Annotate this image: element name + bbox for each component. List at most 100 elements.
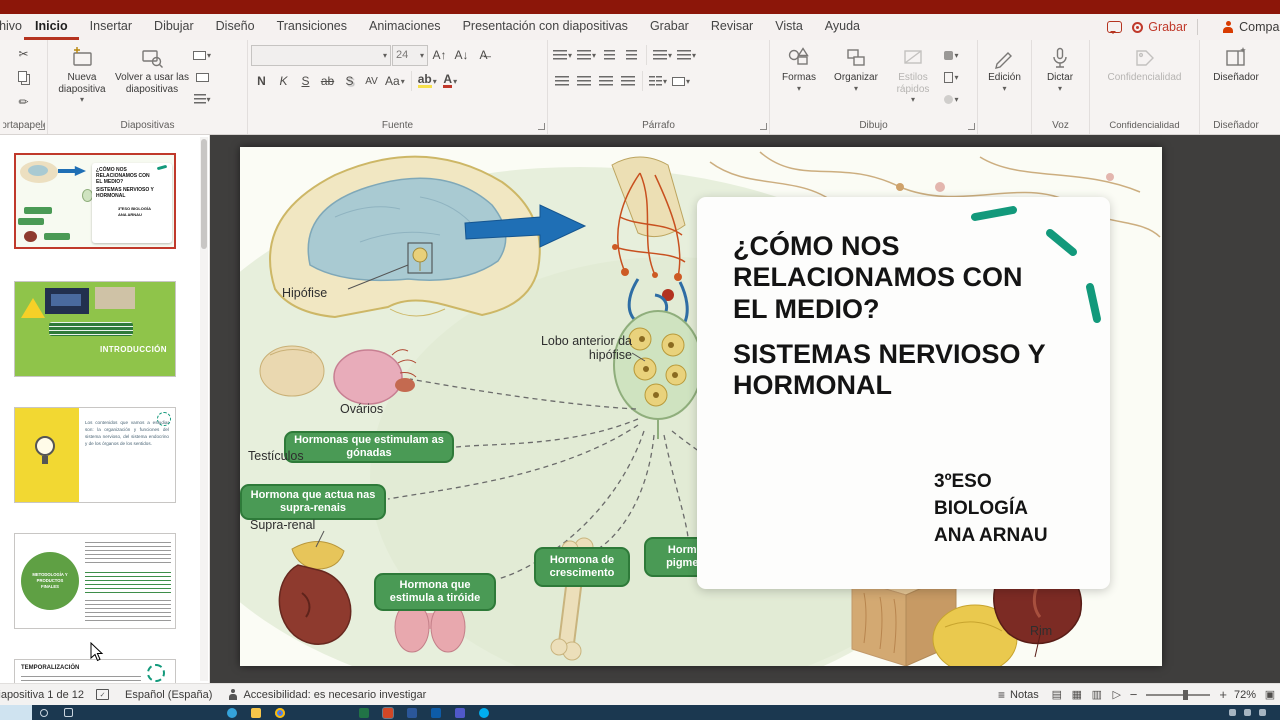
thumbnail-slide-2[interactable]: INTRODUCCIÓN — [14, 281, 176, 377]
tab-archivo[interactable]: Archivo — [0, 14, 24, 40]
confidentiality-button[interactable]: Confidencialidad — [1097, 43, 1193, 84]
outlook-icon[interactable] — [424, 705, 448, 720]
thumbnail-slide-5[interactable]: TEMPORALIZACIÓN — [14, 659, 176, 683]
convert-smartart-button[interactable]: ▾ — [670, 71, 692, 92]
tab-ayuda[interactable]: Ayuda — [814, 14, 871, 40]
powerpoint-icon[interactable] — [376, 705, 400, 720]
bold-button[interactable]: N — [251, 71, 272, 92]
notes-button[interactable]: ≡Notas — [990, 688, 1047, 702]
decrease-indent-button[interactable] — [599, 45, 620, 66]
thumbnail-scrollbar[interactable] — [200, 137, 208, 681]
italic-button[interactable]: K — [273, 71, 294, 92]
quick-styles-button[interactable]: Estilos rápidos▾ — [887, 43, 939, 104]
align-left-button[interactable] — [551, 71, 572, 92]
tab-transiciones[interactable]: Transiciones — [266, 14, 358, 40]
tab-animaciones[interactable]: Animaciones — [358, 14, 452, 40]
character-spacing-button[interactable]: AV — [361, 71, 382, 92]
record-button[interactable]: Grabar — [1132, 20, 1187, 34]
chrome-icon[interactable] — [268, 705, 292, 720]
font-dialog-launcher[interactable] — [538, 123, 545, 130]
tray-icon[interactable] — [1229, 709, 1236, 716]
reuse-slides-button[interactable]: Volver a usar las diapositivas — [115, 43, 189, 95]
zoom-in-button[interactable]: + — [1216, 687, 1230, 702]
hormone-label-gonadas[interactable]: Hormonas que estimulam as gónadas — [284, 431, 454, 463]
spellcheck-button[interactable]: ✓ — [88, 689, 117, 700]
shapes-button[interactable]: Formas▾ — [773, 43, 825, 93]
font-name-combobox[interactable]: ▾ — [251, 45, 391, 66]
slide-number-indicator[interactable]: Diapositiva 1 de 12 — [0, 689, 88, 701]
slide-sorter-view-button[interactable]: ▦ — [1067, 686, 1087, 704]
shape-fill-button[interactable]: ▾ — [941, 45, 962, 66]
zoom-percentage[interactable]: 72% — [1230, 689, 1260, 701]
language-indicator[interactable]: Español (España) — [117, 689, 220, 701]
word-icon[interactable] — [400, 705, 424, 720]
reset-slide-button[interactable] — [191, 67, 213, 88]
zoom-out-button[interactable]: − — [1127, 687, 1141, 702]
slide-layout-button[interactable]: ▾ — [191, 45, 213, 66]
teams-icon[interactable] — [448, 705, 472, 720]
system-tray[interactable] — [1229, 709, 1280, 716]
strikethrough-button[interactable]: ab — [317, 71, 338, 92]
font-color-button[interactable]: A▾ — [440, 71, 461, 92]
credits-text[interactable]: 3ºESO BIOLOGÍA ANA ARNAU — [934, 469, 1048, 550]
hormone-label-tiroide[interactable]: Hormona que estimula a tiróide — [374, 573, 496, 611]
tray-icon[interactable] — [1259, 709, 1266, 716]
fit-slide-to-window-button[interactable]: ▣ — [1260, 686, 1280, 704]
clear-formatting-button[interactable]: A̶ — [473, 45, 494, 66]
bullets-button[interactable]: ▾ — [551, 45, 574, 66]
tab-inicio[interactable]: Inicio — [24, 14, 79, 40]
align-center-button[interactable] — [573, 71, 594, 92]
thumbnail-slide-4[interactable]: METODOLOGÍA Y PRODUCTOS FINALES — [14, 533, 176, 629]
line-spacing-button[interactable]: ▾ — [651, 45, 674, 66]
decrease-font-button[interactable]: A↓ — [451, 45, 472, 66]
dictate-button[interactable]: Dictar▾ — [1035, 43, 1085, 93]
tab-grabar[interactable]: Grabar — [639, 14, 700, 40]
skype-icon[interactable] — [472, 705, 496, 720]
cut-button[interactable]: ✂ — [13, 43, 34, 64]
zoom-slider-thumb[interactable] — [1183, 690, 1188, 700]
drawing-dialog-launcher[interactable] — [968, 123, 975, 130]
designer-button[interactable]: Diseñador — [1204, 43, 1268, 84]
tray-icon[interactable] — [1244, 709, 1251, 716]
tab-vista[interactable]: Vista — [764, 14, 814, 40]
normal-view-button[interactable]: ▤ — [1047, 686, 1067, 704]
excel-icon[interactable] — [352, 705, 376, 720]
search-icon[interactable] — [32, 705, 56, 720]
scrollbar-thumb[interactable] — [201, 139, 207, 249]
change-case-button[interactable]: Aa▾ — [383, 71, 407, 92]
share-button[interactable]: Compartir — [1222, 20, 1280, 34]
columns-button[interactable]: ▾ — [647, 71, 669, 92]
hormone-label-suprarenais[interactable]: Hormona que actua nas supra-renais — [240, 484, 386, 520]
tab-dibujar[interactable]: Dibujar — [143, 14, 205, 40]
thumbnail-slide-3[interactable]: Los contenidos que vamos a estudiar son:… — [14, 407, 176, 503]
shape-outline-button[interactable]: ▾ — [941, 67, 962, 88]
underline-button[interactable]: S — [295, 71, 316, 92]
edge-icon[interactable] — [220, 705, 244, 720]
reading-view-button[interactable]: ▥ — [1087, 686, 1107, 704]
increase-font-button[interactable]: A↑ — [429, 45, 450, 66]
slide-subtitle[interactable]: SISTEMAS NERVIOSO Y HORMONAL — [733, 339, 1055, 402]
copy-button[interactable] — [13, 67, 34, 88]
comments-icon[interactable] — [1107, 21, 1122, 33]
section-button[interactable]: ▾ — [191, 89, 213, 110]
editing-button[interactable]: Edición▾ — [981, 43, 1028, 93]
tab-presentacion[interactable]: Presentación con diapositivas — [452, 14, 639, 40]
task-view-icon[interactable] — [56, 705, 80, 720]
tab-revisar[interactable]: Revisar — [700, 14, 764, 40]
clipboard-dialog-launcher[interactable] — [38, 123, 45, 130]
slide-editor[interactable]: Hipófise Lobo anterior da hipófise Ovári… — [240, 147, 1162, 666]
align-right-button[interactable] — [595, 71, 616, 92]
widgets-tile[interactable] — [0, 705, 32, 720]
text-direction-button[interactable]: ▾ — [675, 45, 698, 66]
zoom-slider[interactable] — [1146, 694, 1210, 696]
numbering-button[interactable]: ▾ — [575, 45, 598, 66]
tab-diseno[interactable]: Diseño — [205, 14, 266, 40]
tab-insertar[interactable]: Insertar — [79, 14, 143, 40]
thumbnail-slide-1[interactable]: ¿CÓMO NOS RELACIONAMOS CON EL MEDIO? SIS… — [14, 153, 176, 249]
justify-button[interactable] — [617, 71, 638, 92]
hormone-label-crescimento[interactable]: Hormona de crescimento — [534, 547, 630, 587]
new-slide-button[interactable]: Nueva diapositiva▾ — [51, 43, 113, 104]
text-shadow-button[interactable]: S — [339, 71, 360, 92]
accessibility-checker[interactable]: Accesibilidad: es necesario investigar — [220, 689, 434, 701]
font-size-combobox[interactable]: 24▾ — [392, 45, 428, 66]
